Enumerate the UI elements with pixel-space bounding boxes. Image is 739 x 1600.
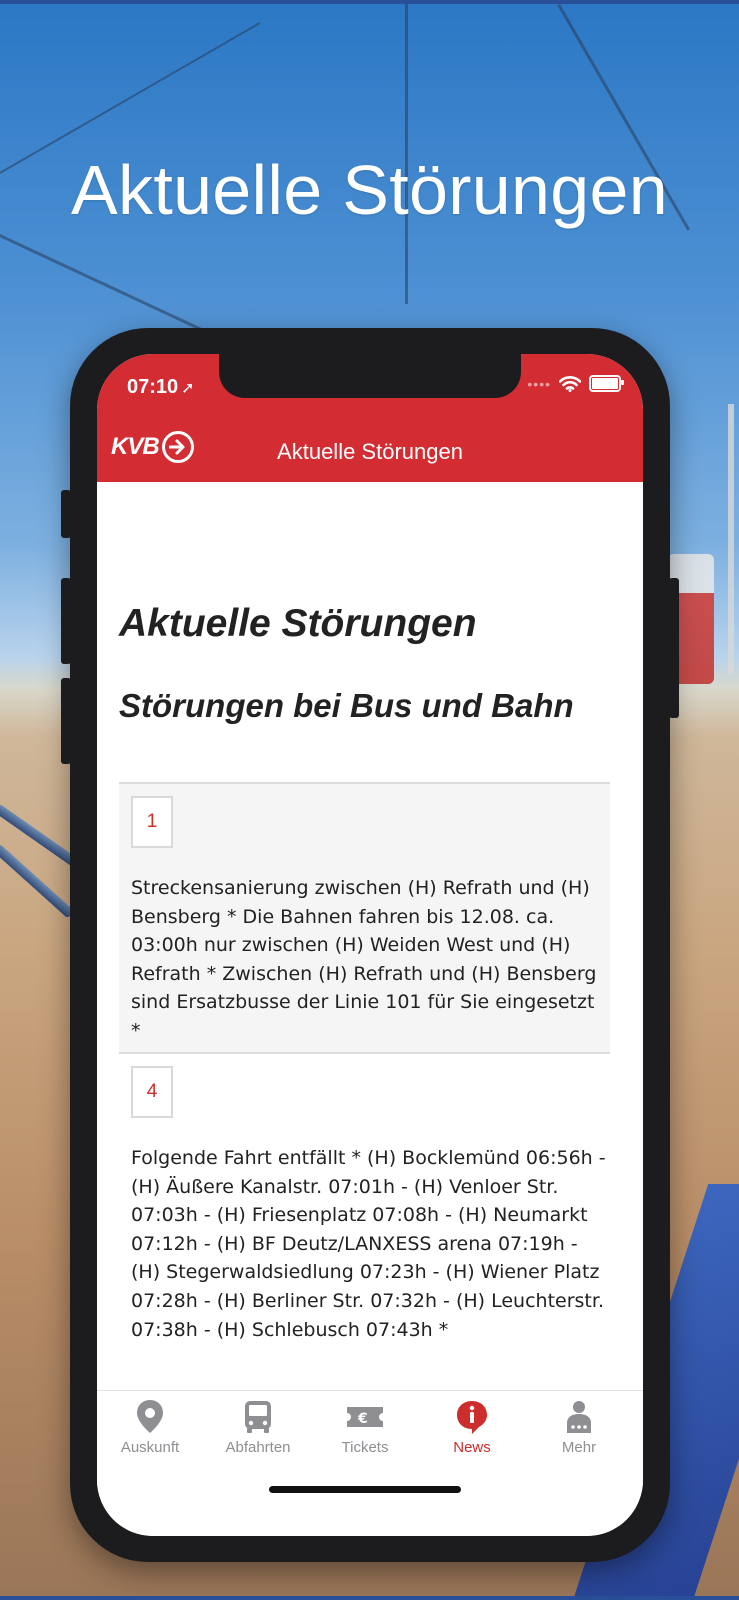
line-badge[interactable]: 1 bbox=[131, 796, 173, 848]
phone-frame: 07:10 ➚ •••• KVB Aktuelle Störungen Aktu… bbox=[61, 328, 679, 1562]
location-arrow-icon: ➚ bbox=[181, 380, 195, 397]
status-time: 07:10 ➚ bbox=[127, 376, 195, 398]
promo-title: Aktuelle Störungen bbox=[71, 151, 668, 229]
notch bbox=[219, 354, 521, 398]
signal-dots-icon: •••• bbox=[527, 375, 551, 392]
notice-item: 4 Folgende Fahrt entfällt * (H) Bocklemü… bbox=[119, 1052, 610, 1404]
battery-icon bbox=[589, 375, 624, 392]
status-icons: •••• bbox=[527, 375, 624, 392]
page-heading: Aktuelle Störungen bbox=[119, 602, 477, 645]
notice-text: Streckensanierung zwischen (H) Refrath u… bbox=[131, 877, 597, 1042]
tab-auskunft[interactable]: Auskunft bbox=[97, 1399, 205, 1456]
tab-abfahrten[interactable]: Abfahrten bbox=[203, 1399, 313, 1456]
home-indicator[interactable] bbox=[269, 1486, 461, 1493]
ticket-icon: € bbox=[347, 1407, 383, 1427]
location-pin-icon bbox=[137, 1400, 163, 1433]
person-more-icon bbox=[567, 1401, 591, 1433]
tab-tickets[interactable]: € Tickets bbox=[310, 1399, 420, 1456]
bus-icon bbox=[245, 1401, 271, 1433]
section-heading: Störungen bei Bus und Bahn bbox=[119, 687, 574, 724]
header-title: Aktuelle Störungen bbox=[277, 439, 463, 464]
svg-text:€: € bbox=[357, 1411, 368, 1427]
tab-bar: Auskunft Abfahrten € Tickets News Mehr bbox=[97, 1390, 643, 1536]
notice-item: 1 Streckensanierung zwischen (H) Refrath… bbox=[119, 782, 610, 1052]
line-badge[interactable]: 4 bbox=[131, 1066, 173, 1118]
tab-mehr[interactable]: Mehr bbox=[524, 1399, 634, 1456]
wifi-icon bbox=[559, 375, 581, 392]
info-bubble-icon bbox=[457, 1401, 487, 1434]
tab-news[interactable]: News bbox=[417, 1399, 527, 1456]
phone-screen: 07:10 ➚ •••• KVB Aktuelle Störungen Aktu… bbox=[97, 354, 643, 1536]
notice-text: Folgende Fahrt entfällt * (H) Bocklemünd… bbox=[131, 1147, 606, 1341]
content-area[interactable]: Aktuelle Störungen Störungen bei Bus und… bbox=[97, 482, 643, 1404]
